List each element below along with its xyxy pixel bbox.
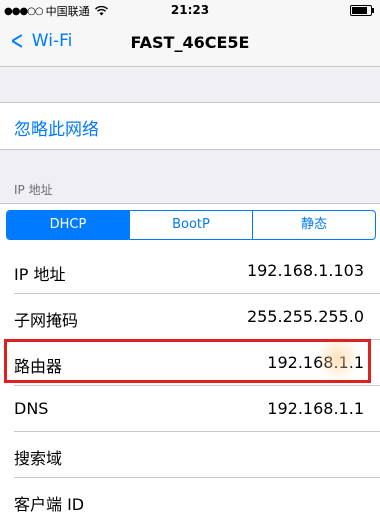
- router-highlight-box: [4, 339, 371, 383]
- row-label: 子网掩码: [14, 311, 79, 330]
- status-time: 21:23: [170, 3, 210, 17]
- page-title: FAST_46CE5E: [130, 33, 250, 52]
- row-search-domain[interactable]: 搜索域: [0, 432, 380, 478]
- ip-mode-segmented-control: DHCP BootP 静态: [6, 210, 376, 240]
- navigation-bar: < Wi-Fi FAST_46CE5E: [0, 20, 380, 67]
- forget-network-button[interactable]: 忽略此网络: [0, 102, 380, 150]
- row-label: 搜索域: [14, 449, 63, 468]
- ip-section-header: IP 地址: [14, 183, 53, 197]
- segment-static[interactable]: 静态: [252, 211, 375, 239]
- row-value: 255.255.255.0: [246, 307, 364, 326]
- row-client-id[interactable]: 客户端 ID: [0, 478, 380, 527]
- forget-network-label: 忽略此网络: [14, 120, 99, 140]
- segment-dhcp[interactable]: DHCP: [7, 211, 129, 239]
- row-label: IP 地址: [14, 265, 66, 284]
- row-value: 192.168.1.1: [267, 399, 364, 418]
- row-label: 客户端 ID: [14, 495, 85, 514]
- row-value: 192.168.1.103: [246, 261, 364, 280]
- status-bar: ●●●○○ 中国联通 21:23: [0, 0, 380, 20]
- row-label: DNS: [14, 399, 49, 418]
- battery-icon: [350, 5, 374, 16]
- row-ip-address: IP 地址 192.168.1.103: [0, 248, 380, 294]
- row-dns[interactable]: DNS 192.168.1.1: [0, 386, 380, 432]
- segment-bootp[interactable]: BootP: [129, 211, 252, 239]
